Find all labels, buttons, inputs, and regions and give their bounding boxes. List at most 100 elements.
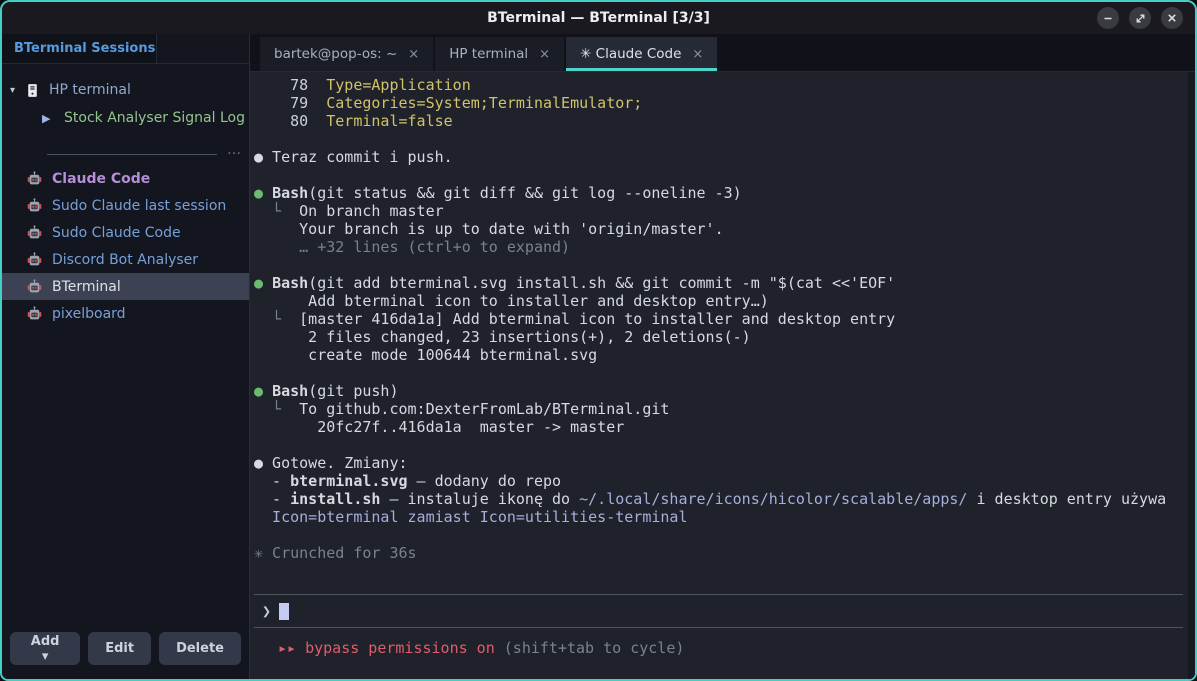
terminal-line: ● Gotowe. Zmiany: [254,454,1185,472]
terminal-line: 2 files changed, 23 insertions(+), 2 del… [254,328,1185,346]
divider-line [47,154,217,155]
sidebar-buttons: Add ▾ Edit Delete [2,622,249,679]
terminal-line: Add bterminal icon to installer and desk… [254,292,1185,310]
terminal-text: On branch master [299,202,444,220]
terminal-text: ~/.local/share/icons/hicolor/scalable/ap… [579,490,967,508]
terminal-line: ● Bash(git push) [254,382,1185,400]
tab-bar: bartek@pop-os: ~×HP terminal×✳ Claude Co… [250,34,1195,72]
terminal-text: bterminal.svg [290,472,407,490]
terminal-line: 20fc27f..416da1a master -> master [254,418,1185,436]
content-column: bartek@pop-os: ~×HP terminal×✳ Claude Co… [250,34,1195,679]
status-text: ▸▸ bypass permissions on [278,639,495,657]
sidebar-header: BTerminal Sessions [2,34,249,64]
session-item-bterminal[interactable]: BTerminal [2,273,249,300]
session-label: BTerminal [52,279,121,295]
tab-label: HP terminal [449,46,528,62]
close-icon[interactable] [1161,7,1183,29]
terminal-text: (git status && git diff && git log --one… [308,184,741,202]
session-label: pixelboard [52,306,126,322]
maximize-icon[interactable] [1129,7,1151,29]
session-label: Sudo Claude last session [52,198,226,214]
tab-hp-terminal[interactable]: HP terminal × [435,37,564,71]
tab-claude-code[interactable]: ✳ Claude Code × [566,37,717,71]
terminal-text: 80 [254,112,326,130]
terminal-text: Your branch is up to date with 'origin/m… [254,220,724,238]
computer-icon [26,83,39,98]
terminal-text: 2 files changed, 23 insertions(+), 2 del… [254,328,751,346]
terminal-text: Categories=System;TerminalEmulator; [326,94,642,112]
robot-icon [26,171,43,187]
tree-item-label: HP terminal [49,82,131,98]
tab-label: ✳ Claude Code [580,46,681,62]
terminal-text: ● [254,274,272,292]
terminal-text: Icon=bterminal zamiast Icon=utilities-te… [254,508,687,526]
terminal-text: Bash [272,274,308,292]
terminal-text: - [254,490,290,508]
terminal-text: └ [254,400,299,418]
session-label: Discord Bot Analyser [52,252,198,268]
terminal-text: ● [254,184,272,202]
terminal-text: create mode 100644 bterminal.svg [254,346,597,364]
minimize-icon[interactable] [1097,7,1119,29]
session-list: Claude Code Sudo Claude last session Sudo … [2,165,249,327]
tab-close-icon[interactable]: × [539,47,550,62]
prompt-chevron: ❯ [262,602,271,620]
permissions-status: ▸▸ bypass permissions on (shift+tab to c… [254,628,1185,657]
title-bar[interactable]: BTerminal — BTerminal [3/3] [2,2,1195,34]
terminal-line: Your branch is up to date with 'origin/m… [254,220,1185,238]
session-item-sudo-claude-last-session[interactable]: Sudo Claude last session [2,192,249,219]
scrollbar-track[interactable] [1188,72,1195,679]
terminal-input[interactable]: ❯ [254,594,1183,628]
terminal-text: Type=Application [326,76,471,94]
terminal-text: ✳ Crunched for 36s [254,544,417,562]
terminal-text: ● Teraz commit i push. [254,148,453,166]
robot-icon [26,279,43,295]
session-tree: ▾ HP terminal ▶ Stock Analyser Signal Lo… [2,64,249,132]
session-item-claude-code[interactable]: Claude Code [2,165,249,192]
sidebar-divider: … [47,146,241,155]
main-split: BTerminal Sessions ▾ HP terminal ▶ Stock… [2,34,1195,679]
robot-icon [26,306,43,322]
terminal-line: … +32 lines (ctrl+o to expand) [254,238,1185,256]
terminal-text: To github.com:DexterFromLab/BTerminal.gi… [299,400,669,418]
add-button[interactable]: Add ▾ [10,632,80,665]
caret-down-icon[interactable]: ▾ [10,85,26,96]
tab-close-icon[interactable]: × [408,47,419,62]
terminal-line: └ [master 416da1a] Add bterminal icon to… [254,310,1185,328]
terminal-line: ● Teraz commit i push. [254,148,1185,166]
terminal-text: Add bterminal icon to installer and desk… [254,292,769,310]
tree-item-hp-terminal[interactable]: ▾ HP terminal [2,76,249,104]
terminal-line: 79 Categories=System;TerminalEmulator; [254,94,1185,112]
robot-icon [26,198,43,214]
terminal-text: 79 [254,94,326,112]
terminal-text: - [254,472,290,490]
terminal-line: - install.sh — instaluje ikonę do ~/.loc… [254,490,1185,508]
tree-item-stock-analyser-signal-log[interactable]: ▶ Stock Analyser Signal Log [2,104,249,132]
tab-label: bartek@pop-os: ~ [274,46,397,62]
terminal-text: ● [254,382,272,400]
tab-bartek-pop-os[interactable]: bartek@pop-os: ~ × [260,37,433,71]
terminal-line [254,526,1185,544]
session-label: Claude Code [52,171,150,187]
session-item-discord-bot-analyser[interactable]: Discord Bot Analyser [2,246,249,273]
terminal-text: Terminal=false [326,112,452,130]
terminal-text: Bash [272,184,308,202]
tab-close-icon[interactable]: × [692,47,703,62]
session-item-pixelboard[interactable]: pixelboard [2,300,249,327]
status-text: (shift+tab to cycle) [495,639,685,657]
sidebar-header-label: BTerminal Sessions [14,41,155,56]
delete-button[interactable]: Delete [159,632,241,665]
terminal-line: ✳ Crunched for 36s [254,544,1185,562]
terminal-line: 80 Terminal=false [254,112,1185,130]
edit-button[interactable]: Edit [88,632,151,665]
terminal-line [254,256,1185,274]
app-window: BTerminal — BTerminal [3/3] BTerminal Se… [0,0,1197,681]
terminal-text: (git add bterminal.svg install.sh && git… [308,274,895,292]
window-controls [1097,7,1183,29]
session-item-sudo-claude-code[interactable]: Sudo Claude Code [2,219,249,246]
terminal-line [254,364,1185,382]
terminal-output: 78 Type=Application 79 Categories=System… [254,76,1185,562]
terminal-view[interactable]: 78 Type=Application 79 Categories=System… [250,72,1195,679]
sidebar-header-tab: BTerminal Sessions [2,34,157,63]
expand-arrow-icon[interactable]: ▶ [42,112,64,125]
